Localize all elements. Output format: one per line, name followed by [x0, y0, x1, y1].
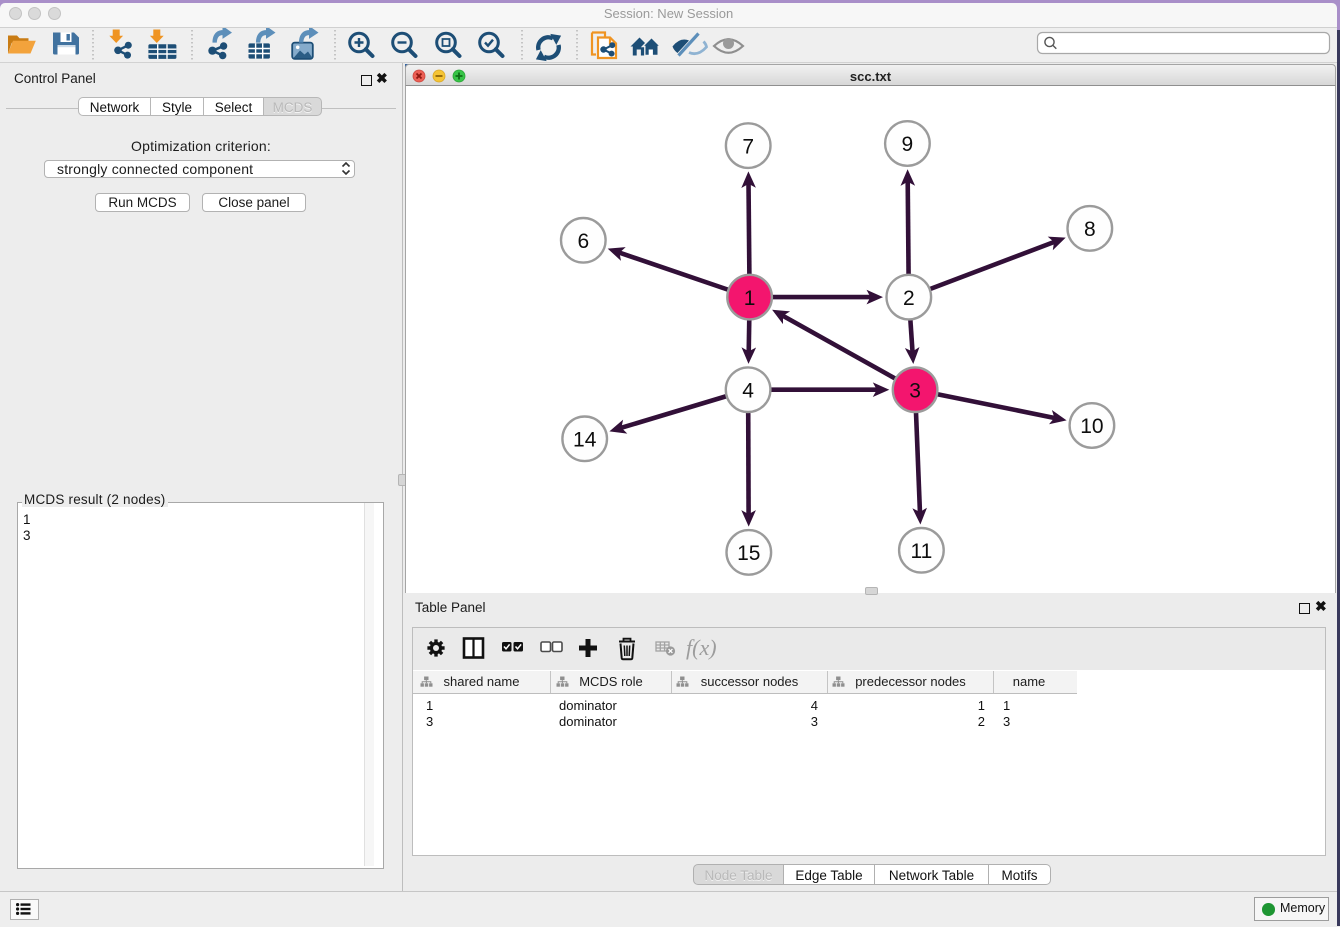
svg-text:3: 3 — [909, 379, 921, 402]
svg-text:15: 15 — [737, 542, 760, 565]
svg-text:10: 10 — [1080, 415, 1103, 438]
svg-text:7: 7 — [742, 135, 754, 158]
svg-text:6: 6 — [577, 230, 589, 253]
svg-text:11: 11 — [910, 540, 932, 563]
svg-text:1: 1 — [744, 287, 756, 310]
svg-text:f(x): f(x) — [686, 635, 717, 660]
svg-text:9: 9 — [902, 133, 914, 156]
svg-text:2: 2 — [903, 287, 915, 310]
svg-text:8: 8 — [1084, 218, 1096, 241]
svg-text:14: 14 — [573, 429, 597, 452]
svg-text:4: 4 — [742, 379, 754, 402]
